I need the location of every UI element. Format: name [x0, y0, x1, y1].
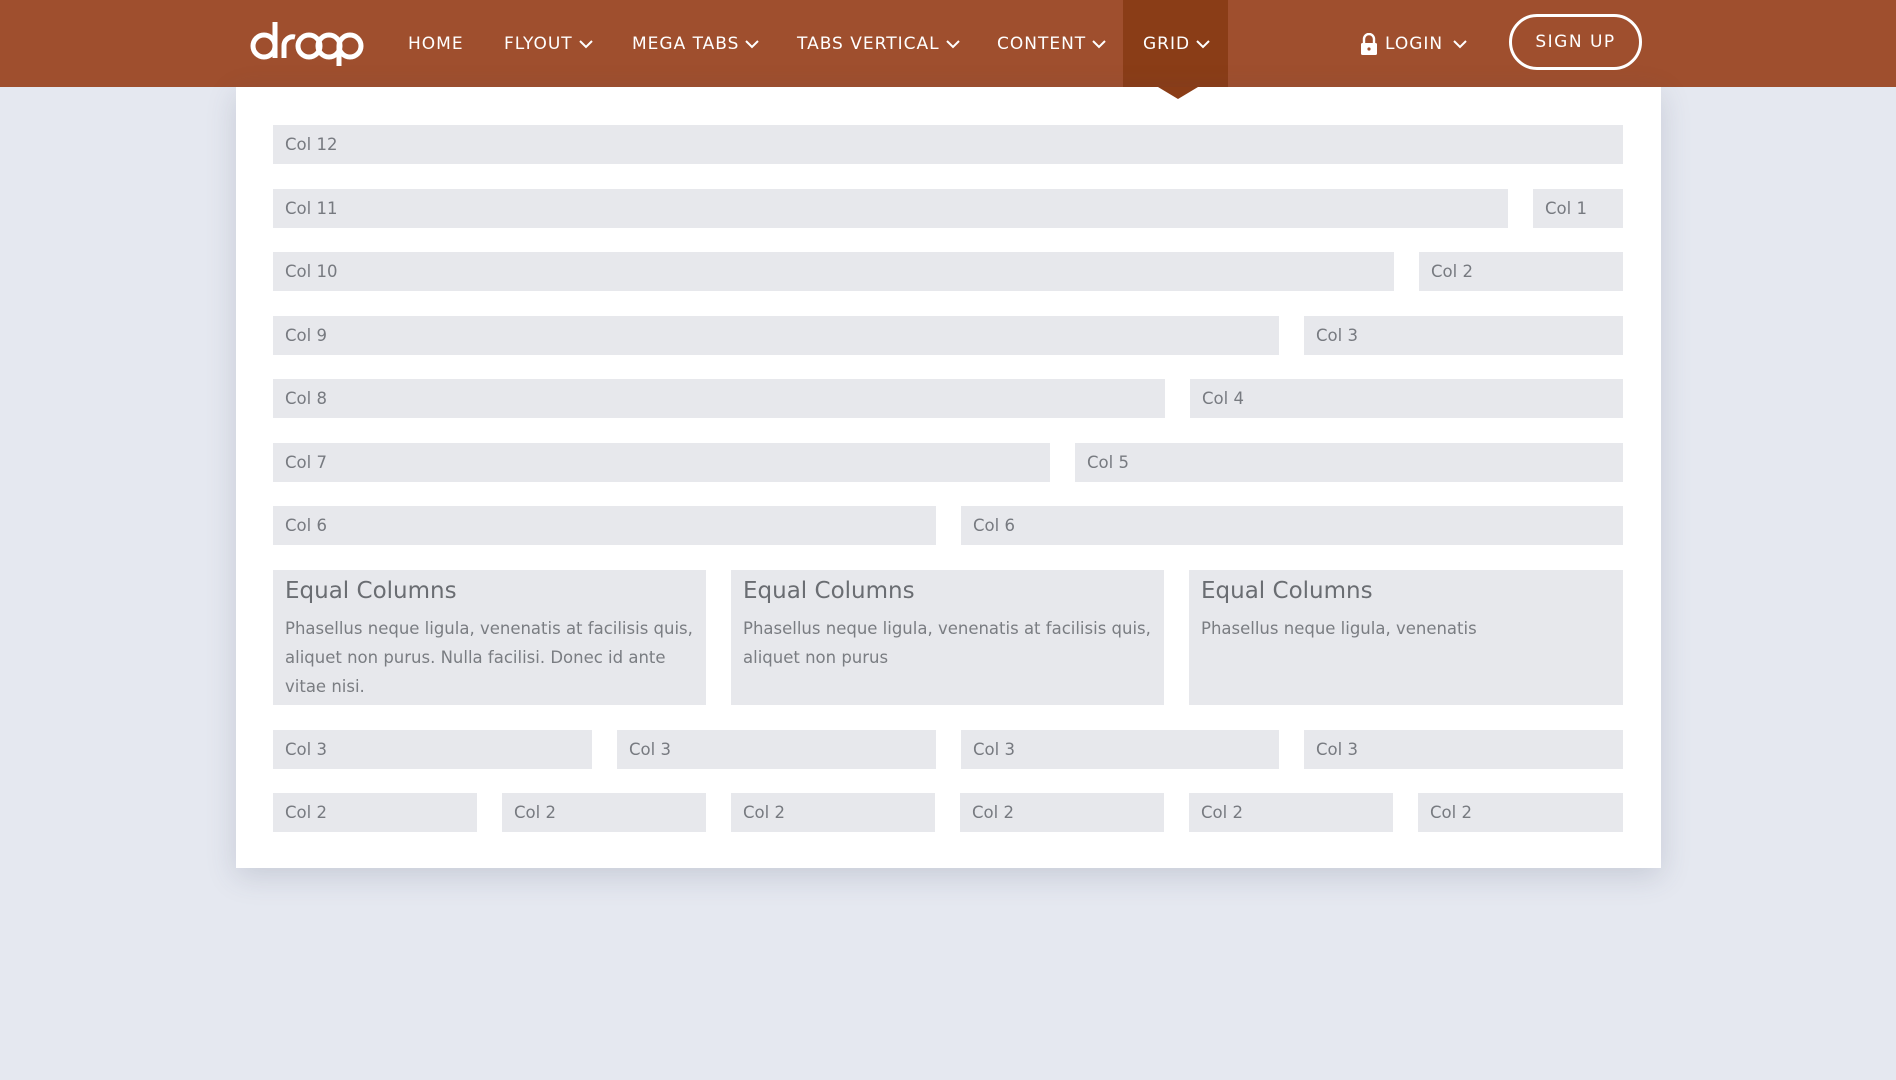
- chevron-down-icon: [1453, 39, 1467, 48]
- grid-cell-col-10: Col 10: [273, 252, 1394, 291]
- equal-column-text: Phasellus neque ligula, venenatis at fac…: [285, 619, 693, 696]
- nav-mega-tabs[interactable]: MEGA TABS: [632, 0, 760, 87]
- chevron-down-icon: [745, 39, 760, 48]
- grid-cell-col-3: Col 3: [961, 730, 1279, 769]
- nav-flyout[interactable]: FLYOUT: [504, 0, 593, 87]
- grid-cell-col-9: Col 9: [273, 316, 1279, 355]
- equal-column-title: Equal Columns: [1201, 578, 1373, 604]
- grid-dropdown-panel: Col 12 Col 11 Col 1 Col 10 Col 2 Col 9 C…: [236, 87, 1661, 868]
- droop-logo[interactable]: [249, 18, 365, 68]
- active-nav-pointer: [1158, 87, 1198, 99]
- nav-home[interactable]: HOME: [408, 0, 464, 87]
- nav-home-label: HOME: [408, 33, 464, 54]
- nav-login[interactable]: LOGIN: [1360, 0, 1467, 87]
- grid-cell-col-8: Col 8: [273, 379, 1165, 418]
- top-navbar: HOME FLYOUT MEGA TABS TABS VERTICAL CONT…: [0, 0, 1896, 87]
- grid-cell-col-12: Col 12: [273, 125, 1623, 164]
- sign-up-label: SIGN UP: [1535, 32, 1616, 52]
- grid-cell-col-7: Col 7: [273, 443, 1050, 482]
- nav-tabs-vertical[interactable]: TABS VERTICAL: [797, 0, 960, 87]
- nav-content-label: CONTENT: [997, 33, 1087, 54]
- nav-mega-tabs-label: MEGA TABS: [632, 33, 740, 54]
- grid-cell-col-2: Col 2: [960, 793, 1164, 832]
- grid-cell-col-6: Col 6: [961, 506, 1623, 545]
- grid-cell-col-2: Col 2: [731, 793, 935, 832]
- grid-cell-col-3: Col 3: [1304, 316, 1623, 355]
- grid-cell-col-6: Col 6: [273, 506, 936, 545]
- lock-icon: [1361, 32, 1377, 55]
- grid-cell-col-3: Col 3: [1304, 730, 1623, 769]
- nav-flyout-label: FLYOUT: [504, 33, 573, 54]
- grid-cell-col-3: Col 3: [617, 730, 936, 769]
- chevron-down-icon: [1196, 39, 1210, 48]
- nav-tabs-vertical-label: TABS VERTICAL: [797, 33, 940, 54]
- grid-cell-col-2: Col 2: [502, 793, 706, 832]
- nav-content[interactable]: CONTENT: [997, 0, 1106, 87]
- grid-cell-col-2: Col 2: [273, 793, 477, 832]
- equal-column-title: Equal Columns: [285, 578, 457, 604]
- equal-column-text: Phasellus neque ligula, venenatis: [1201, 619, 1477, 638]
- grid-cell-col-1: Col 1: [1533, 189, 1623, 228]
- grid-cell-col-4: Col 4: [1190, 379, 1623, 418]
- grid-cell-col-3: Col 3: [273, 730, 592, 769]
- equal-column: Equal Columns Phasellus neque ligula, ve…: [273, 570, 706, 705]
- equal-column: Equal Columns Phasellus neque ligula, ve…: [1189, 570, 1623, 705]
- equal-column: Equal Columns Phasellus neque ligula, ve…: [731, 570, 1164, 705]
- grid-cell-col-2: Col 2: [1418, 793, 1623, 832]
- grid-cell-col-2: Col 2: [1419, 252, 1623, 291]
- grid-cell-col-11: Col 11: [273, 189, 1508, 228]
- chevron-down-icon: [945, 39, 960, 48]
- chevron-down-icon: [1092, 39, 1106, 48]
- chevron-down-icon: [578, 39, 593, 48]
- nav-grid[interactable]: GRID: [1123, 0, 1228, 87]
- sign-up-button[interactable]: SIGN UP: [1509, 14, 1642, 70]
- equal-column-title: Equal Columns: [743, 578, 915, 604]
- grid-cell-col-2: Col 2: [1189, 793, 1393, 832]
- nav-login-label: LOGIN: [1385, 33, 1444, 54]
- nav-grid-label: GRID: [1143, 33, 1191, 54]
- grid-cell-col-5: Col 5: [1075, 443, 1623, 482]
- equal-column-text: Phasellus neque ligula, venenatis at fac…: [743, 619, 1151, 667]
